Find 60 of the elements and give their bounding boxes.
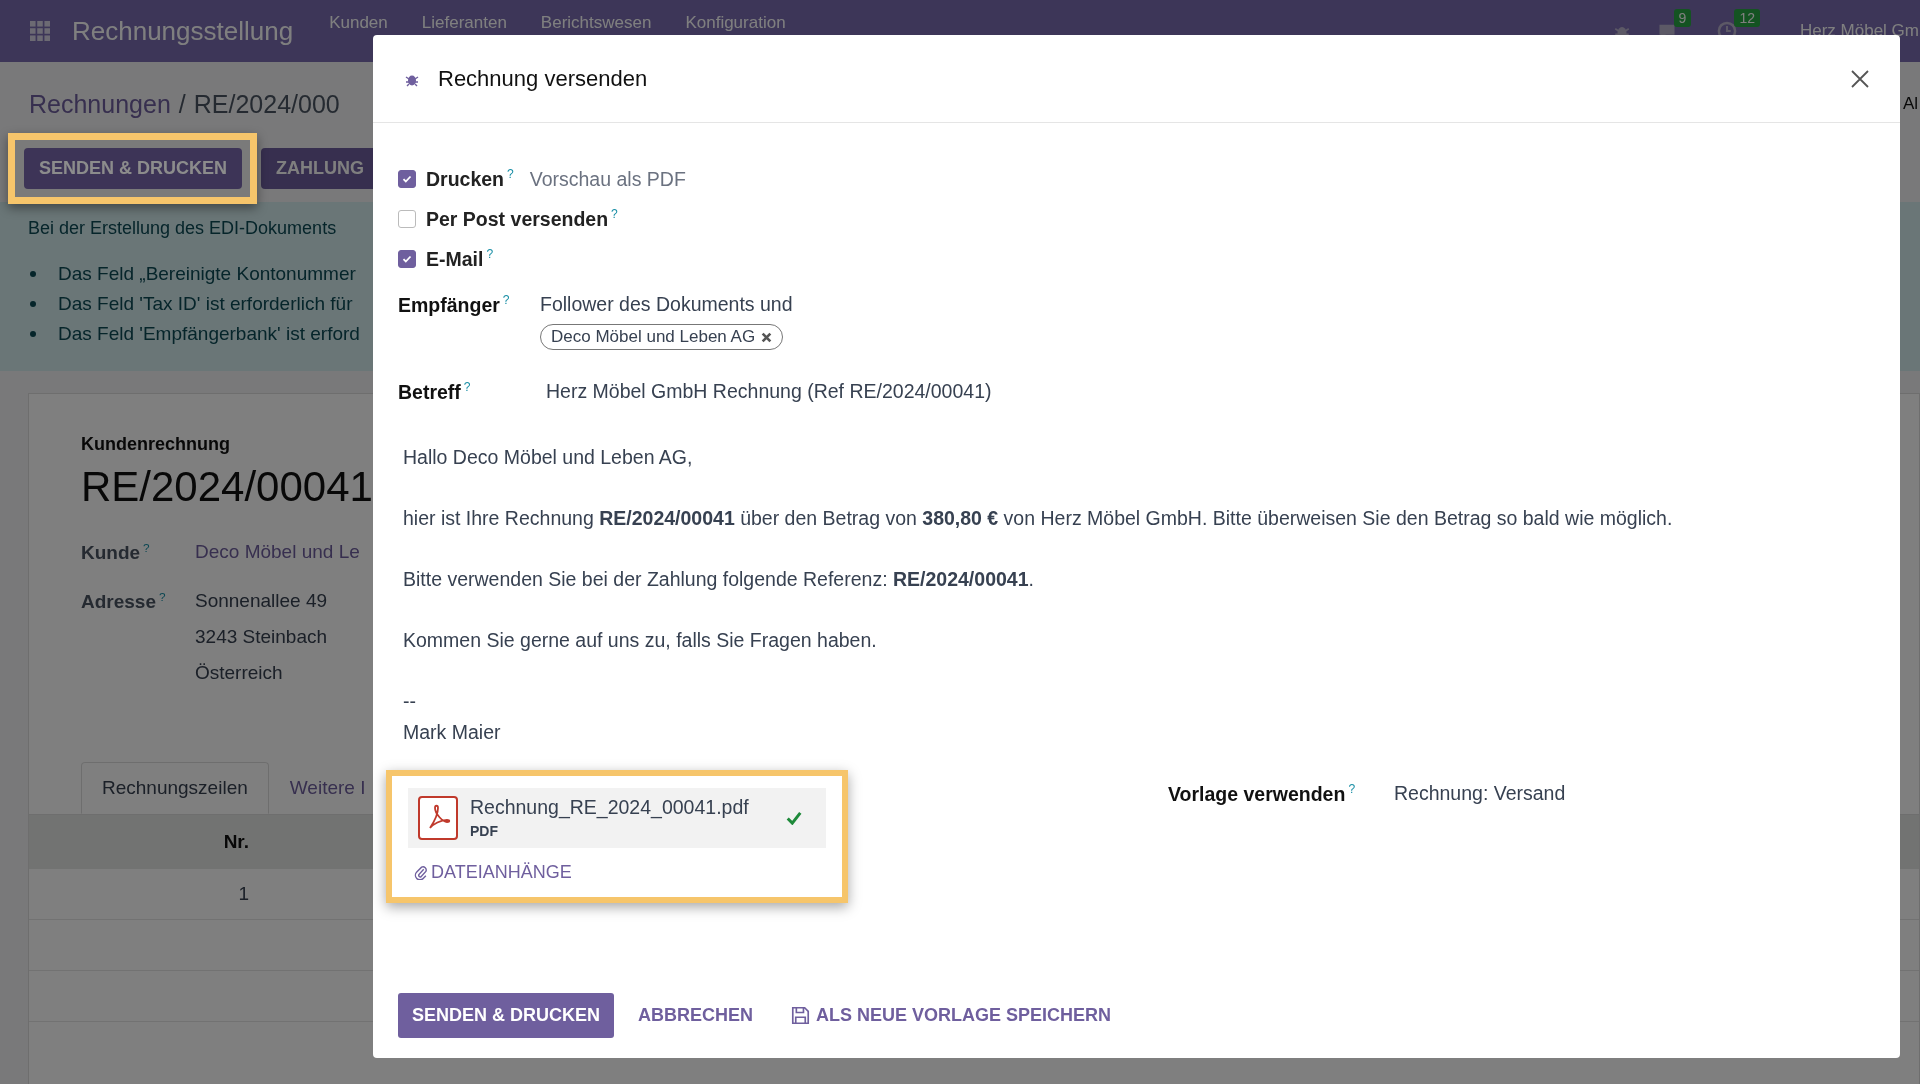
cancel-button[interactable]: ABBRECHEN [624, 993, 768, 1038]
attachments-button[interactable]: DATEIANHÄNGE [408, 847, 578, 891]
recipient-text: Follower des Dokuments und [540, 293, 793, 316]
message-paragraph: Hallo Deco Möbel und Leben AG, [403, 445, 694, 468]
message-paragraph: hier ist Ihre Rechnung RE/2024/00041 über den Betrag von 380,80 € von Herz Möbel GmbH. Bitte überweisen Sie den Betrag so bald wie möglich. [403, 506, 1674, 529]
alert-text: Bei der Erstellung des EDI-Dokuments [28, 218, 337, 239]
customer-link[interactable]: Deco Möbel und Le [195, 541, 360, 565]
column-header: Nr. [222, 831, 249, 854]
pdf-file-icon [418, 795, 458, 840]
alert-item: Das Feld „Bereinigte Kontonummer [58, 263, 356, 285]
checkbox-label: E-Mail$^{?}$ [426, 247, 494, 271]
checkmark-icon [401, 253, 413, 265]
address-line: 3243 Steinbach [195, 626, 328, 649]
menu-item[interactable]: Berichtswesen [540, 13, 652, 33]
message-paragraph: Kommen Sie gerne auf uns zu, falls Sie Fragen haben. [403, 628, 878, 651]
file-name: Rechnung_RE_2024_00041.pdf [470, 796, 749, 819]
attachment-card[interactable]: Rechnung_RE_2024_00041.pdf PDF [408, 787, 826, 848]
paperclip-icon [414, 864, 427, 880]
checkmark-icon [401, 173, 413, 185]
checkbox-label: Drucken$^{?}$ [426, 167, 514, 191]
invoice-number: RE/2024/00041 [81, 463, 373, 511]
app-title: Rechnungsstellung [72, 15, 294, 47]
save-template-button[interactable]: ALS NEUE VORLAGE SPEICHERN [777, 993, 1126, 1038]
message-paragraph: Bitte verwenden Sie bei der Zahlung folgende Referenz: RE/2024/00041. [403, 567, 1035, 590]
breadcrumb-current: RE/2024/000 [193, 89, 340, 119]
alert-item: Das Feld 'Empfängerbank' ist erford [58, 323, 360, 345]
send-print-button[interactable]: SENDEN & DRUCKEN [398, 993, 614, 1038]
close-icon[interactable] [1850, 68, 1870, 89]
edge-text: Al [1902, 94, 1918, 114]
message-count: 9 [1673, 9, 1692, 27]
field-label: Kunde$^{?}$ [81, 541, 151, 565]
address-line: Sonnenallee 49 [195, 590, 328, 613]
menu-item[interactable]: Kunden [329, 13, 388, 33]
document-type: Kundenrechnung [81, 434, 230, 455]
checkbox[interactable] [398, 210, 416, 228]
alert-item: Das Feld 'Tax ID' ist erforderlich für [58, 293, 353, 315]
breadcrumb-link[interactable]: Rechnungen [29, 89, 171, 119]
table-cell-text: 1 [237, 883, 249, 906]
template-field[interactable]: Rechnung: Versand [1394, 781, 1566, 903]
field-label: Empfänger$^{?}$ [398, 293, 511, 318]
file-type: PDF [470, 823, 499, 839]
menu-item[interactable]: Konfiguration [685, 13, 786, 33]
tab[interactable]: Rechnungszeilen [81, 762, 269, 815]
preview-link[interactable]: Vorschau als PDF [529, 167, 686, 191]
menu-item[interactable]: Lieferanten [421, 13, 507, 33]
address-line: Österreich [195, 662, 284, 685]
field-label: Vorlage verwenden$^{?}$ [1168, 781, 1357, 807]
field-label: Betreff$^{?}$ [398, 380, 472, 404]
action-button[interactable]: SENDEN & DRUCKEN [24, 147, 242, 189]
remove-icon[interactable] [761, 331, 773, 343]
checkbox[interactable] [398, 250, 416, 268]
field-label: Adresse$^{?}$ [81, 590, 167, 615]
checkbox[interactable] [398, 170, 416, 188]
breadcrumb-separator: / [178, 89, 186, 119]
dialog-title: Rechnung versenden [438, 65, 648, 92]
subject-field[interactable]: Herz Möbel GmbH Rechnung (Ref RE/2024/00041) [546, 380, 992, 404]
signature-line: Mark Maier [403, 720, 502, 744]
signature-line: -- [403, 689, 417, 713]
checkbox-label: Per Post versenden$^{?}$ [426, 207, 618, 231]
activity-count: 12 [1734, 9, 1760, 27]
